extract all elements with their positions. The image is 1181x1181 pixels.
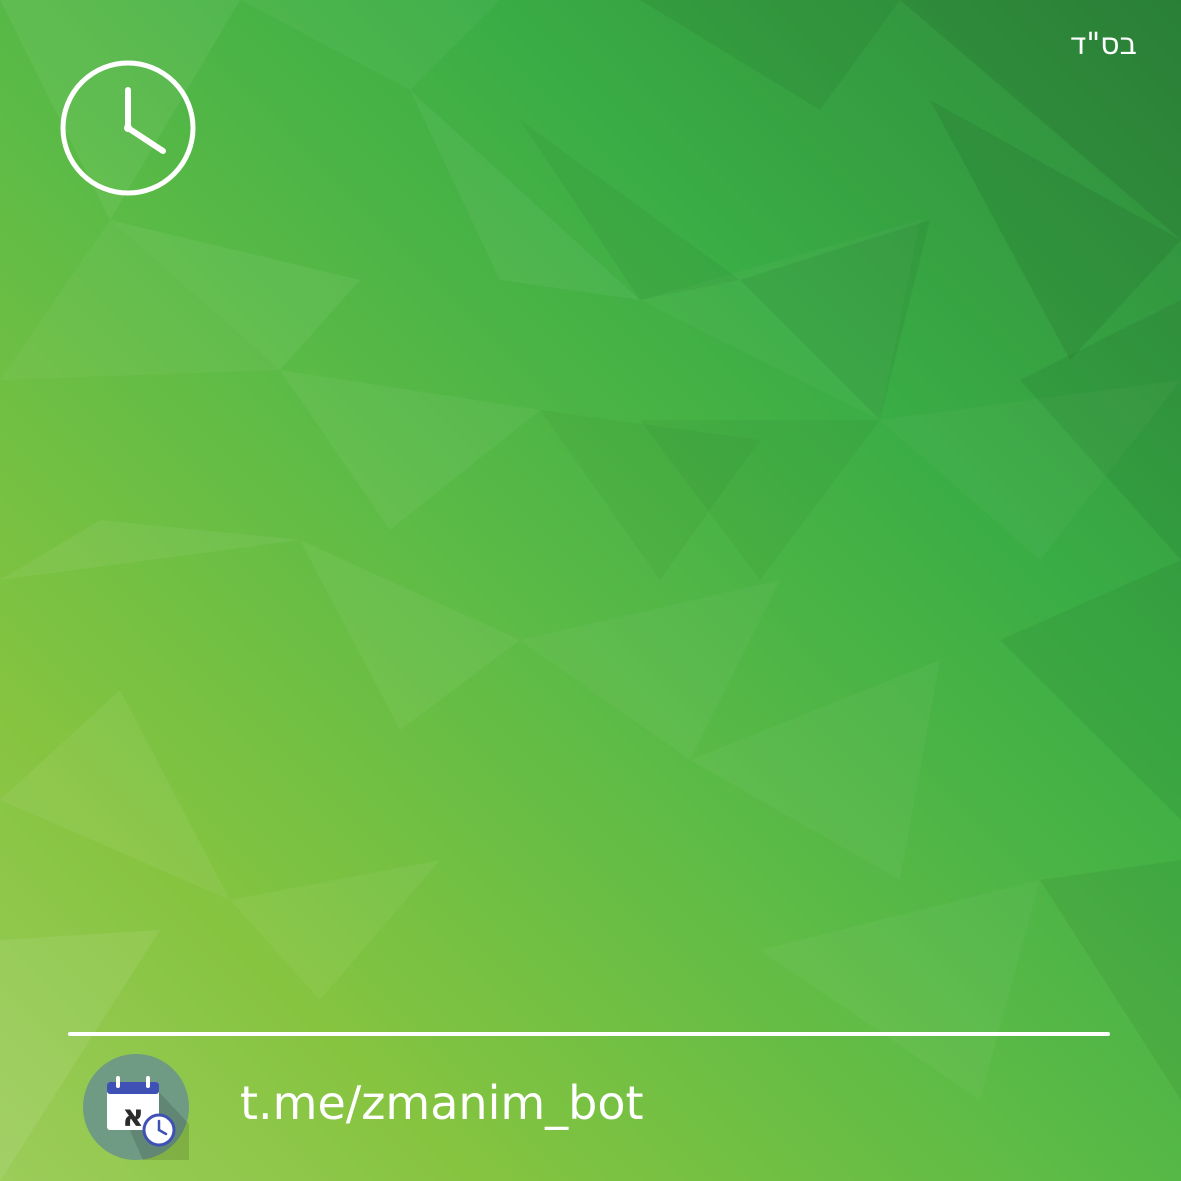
logo-letter: א — [122, 1099, 144, 1134]
footer-divider — [68, 1032, 1110, 1036]
bot-link[interactable]: t.me/zmanim_bot — [240, 1080, 644, 1126]
corner-hebrew-text: בס"ד — [1070, 27, 1137, 62]
clock-icon — [60, 60, 196, 196]
calendar-clock-logo-icon[interactable]: א — [83, 1054, 189, 1160]
